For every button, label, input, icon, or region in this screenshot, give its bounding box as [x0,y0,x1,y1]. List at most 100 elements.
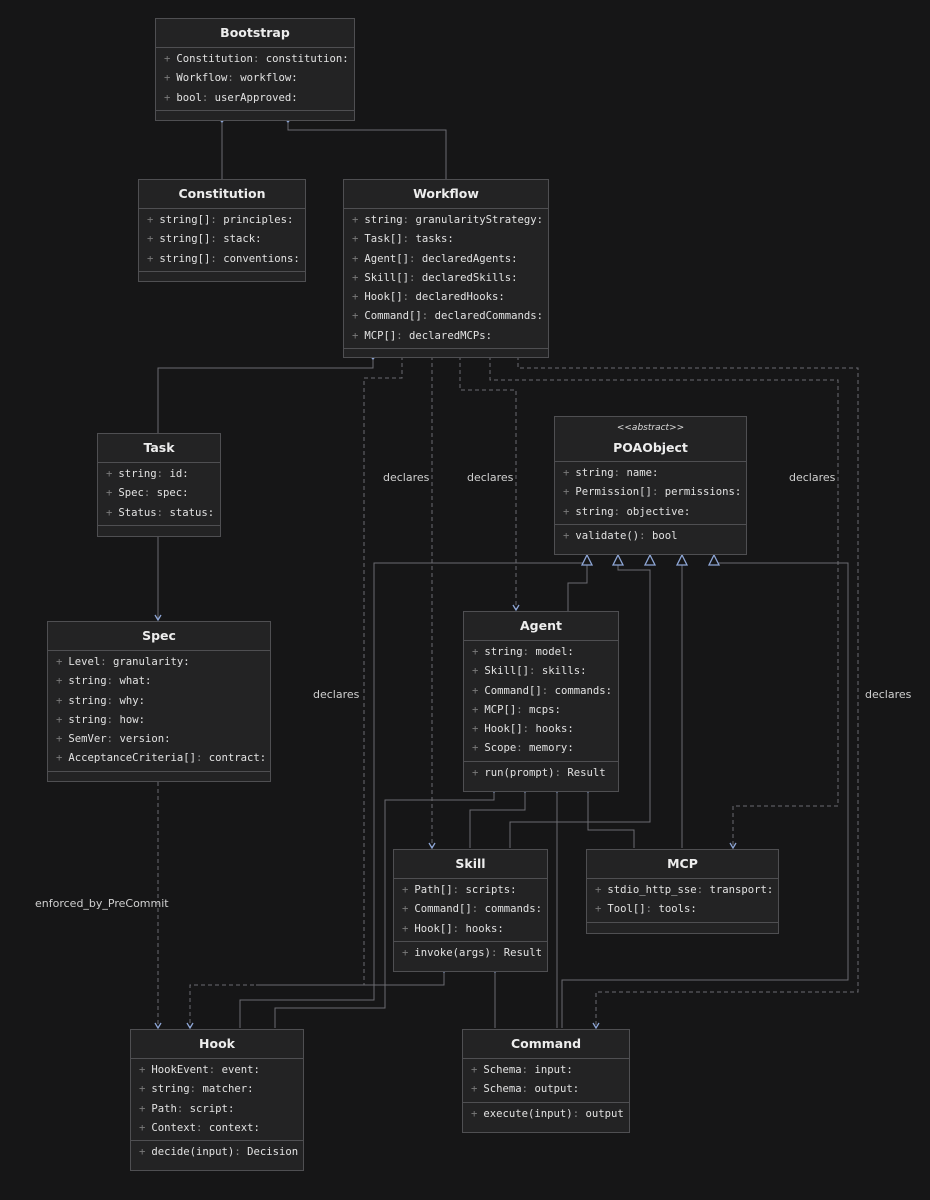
visibility-marker: + [472,665,479,678]
arrowhead-agent [512,604,520,612]
visibility-marker: + [139,1064,146,1076]
class-command[interactable]: Command + Schema: input: + Schema: output: + e… [462,1029,630,1133]
methods-section [48,770,270,778]
fields-section: + string: granularityStrategy: + Task[]: ta… [344,208,548,348]
class-spec[interactable]: Spec + Level: granularity: + string: what: + s… [47,621,271,782]
class-poaobject[interactable]: <<abstract>> POAObject + string: name: + Perm… [554,416,747,555]
member-name: scripts: [465,884,517,896]
member-name: granularity: [113,656,190,668]
class-method: + execute(input): output [463,1105,629,1124]
visibility-marker: + [352,252,359,265]
member-name: Result [567,766,606,779]
visibility-marker: + [471,1083,478,1096]
fields-section: + string: model: + Skill[]: skills: + Command… [464,640,618,761]
member-type: Spec [118,487,144,500]
member-name: constitution: [265,53,349,65]
class-field: + bool: userApproved: [156,89,354,108]
member-name: principles: [223,214,294,226]
class-field: + stdio_http_sse: transport: [587,881,778,900]
separator: : [106,733,120,746]
class-field: + Workflow: workflow: [156,69,354,88]
class-agent[interactable]: Agent + string: model: + Skill[]: skills: + Co… [463,611,619,792]
class-title: Constitution [178,186,266,201]
member-type: string [118,468,157,480]
class-field: + Tool[]: tools: [587,900,778,919]
label-declares-mcp: declares [789,471,836,484]
member-type: Tool[] [607,903,646,916]
member-name: version: [119,733,171,746]
visibility-marker: + [164,72,171,85]
separator: : [227,72,241,85]
class-workflow[interactable]: Workflow + string: granularityStrategy: + Ta… [343,179,549,358]
member-name: declaredCommands: [434,310,543,323]
class-field: + string: how: [48,711,270,730]
label-declares-command: declares [865,688,912,701]
visibility-marker: + [352,291,359,304]
member-name: matcher: [202,1083,254,1096]
class-field: + Path: script: [131,1100,303,1119]
triangle-3 [643,553,657,566]
member-type: Command[] [484,684,542,697]
visibility-marker: + [402,903,409,916]
visibility-marker: + [164,53,171,65]
link-agent-skill [469,786,526,848]
member-name: model: [535,646,574,658]
member-type: Status [118,506,157,519]
class-method: + decide(input): Decision [131,1143,303,1162]
class-field: + MCP[]: declaredMCPs: [344,327,548,346]
separator: : [106,713,120,726]
triangle-2 [611,553,625,566]
class-mcp[interactable]: MCP + stdio_http_sse: transport: + Tool[]: t… [586,849,779,934]
fields-section: + Path[]: scripts: + Command[]: commands: + H… [394,878,547,941]
visibility-marker: + [56,656,63,668]
member-type: AcceptanceCriteria[] [68,752,196,765]
member-name: tools: [658,903,697,916]
visibility-marker: + [139,1083,146,1096]
member-name: commands: [484,903,542,916]
class-constitution[interactable]: Constitution + string[]: principles: + strin… [138,179,306,282]
visibility-marker: + [352,233,359,246]
member-type: validate() [575,529,640,542]
member-type: execute(input) [483,1107,573,1120]
separator: : [651,486,665,499]
fields-section: + string: name: + Permission[]: permissions… [555,461,746,524]
class-field: + Agent[]: declaredAgents: [344,250,548,269]
separator: : [396,329,410,342]
separator: : [195,752,209,765]
class-skill[interactable]: Skill + Path[]: scripts: + Command[]: comman… [393,849,548,972]
link-workflow-task [157,353,374,434]
member-name: mcps: [529,703,561,716]
class-field: + Context: context: [131,1119,303,1138]
separator: : [452,884,466,896]
methods-section: + run(prompt): Result [464,760,618,785]
fields-section: + Schema: input: + Schema: output: [463,1058,629,1102]
class-task[interactable]: Task + string: id: + Spec: spec: + Status: sta… [97,433,221,537]
separator: : [554,766,568,779]
separator: : [201,91,215,104]
class-field: + Path[]: scripts: [394,881,547,900]
class-field: + HookEvent: event: [131,1061,303,1080]
class-title: Skill [455,856,486,871]
class-hook[interactable]: Hook + HookEvent: event: + string: matcher: +… [130,1029,304,1171]
methods-section: + execute(input): output [463,1101,629,1126]
visibility-marker: + [402,946,409,959]
member-type: Command[] [414,903,472,916]
member-type: run(prompt) [484,766,555,779]
separator: : [639,529,652,542]
separator: : [613,505,627,518]
class-bootstrap[interactable]: Bootstrap + Constitution: constitution: + Wo… [155,18,355,121]
visibility-marker: + [139,1102,146,1115]
visibility-marker: + [56,733,63,746]
member-type: string [575,467,614,479]
visibility-marker: + [472,766,479,779]
visibility-marker: + [56,752,63,765]
visibility-marker: + [164,91,171,104]
methods-section [139,270,305,278]
visibility-marker: + [472,684,479,697]
member-type: Hook[] [484,723,523,736]
visibility-marker: + [563,529,570,542]
class-field: + string: granularityStrategy: [344,211,548,230]
separator: : [572,1107,586,1120]
member-type: Scope [484,742,517,755]
member-type: Path[] [414,884,453,896]
